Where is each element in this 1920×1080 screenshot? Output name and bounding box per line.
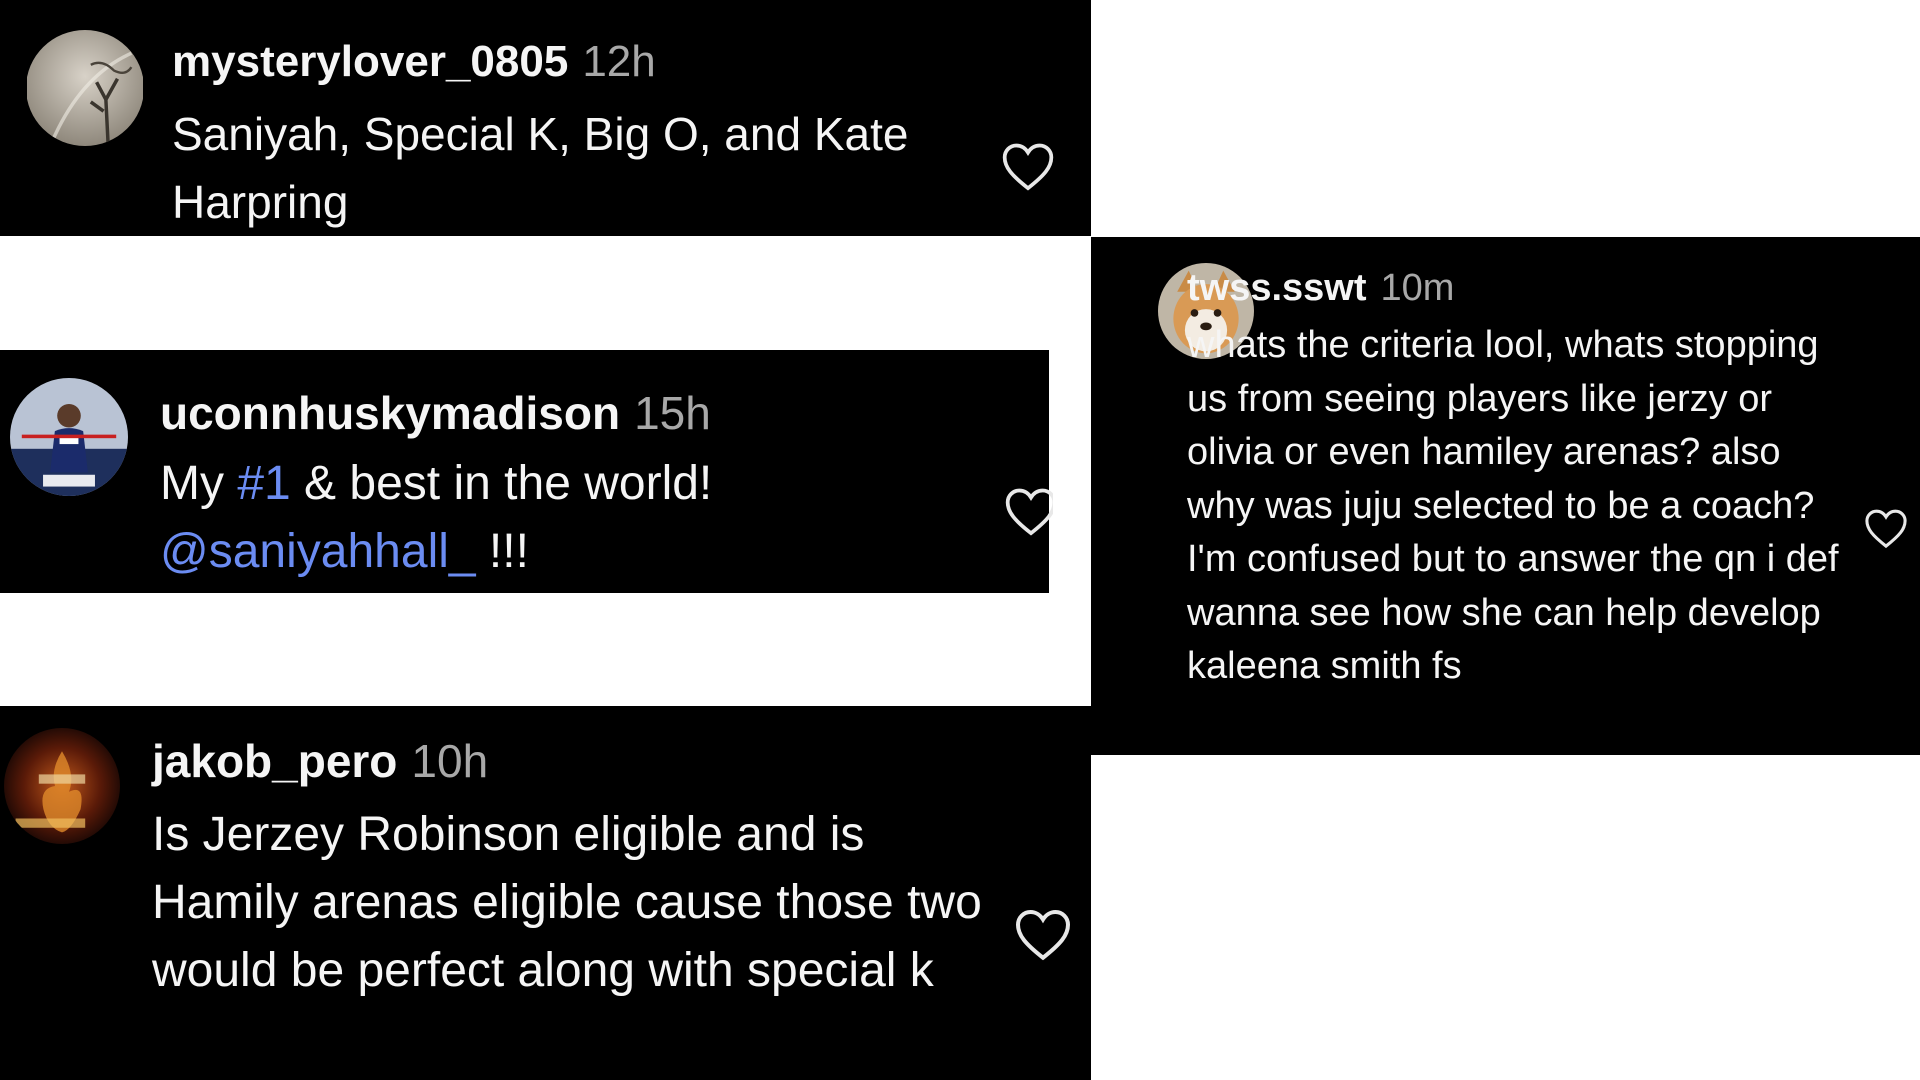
username-link[interactable]: mysterylover_0805 [172, 37, 568, 86]
flame-logo-avatar-icon[interactable] [4, 728, 120, 844]
comment-text: Is Jerzey Robinson eligible and is Hamil… [152, 808, 982, 997]
comment-timestamp[interactable]: 10h [411, 735, 488, 787]
comment-header: uconnhuskymadison 15h [160, 386, 711, 440]
comment-header: twss.sswt 10m [1187, 267, 1454, 310]
heart-outline-icon[interactable] [1003, 485, 1053, 537]
comment-timestamp[interactable]: 12h [582, 37, 655, 86]
comment-text: whats the criteria lool, whats stopping … [1187, 324, 1839, 687]
comment-text: Saniyah, Special K, Big O, and Kate Harp… [172, 108, 909, 228]
comment-timestamp[interactable]: 10m [1381, 267, 1455, 309]
heart-outline-icon[interactable] [1000, 140, 1056, 192]
comment-header: mysterylover_0805 12h [172, 37, 656, 87]
heart-outline-icon[interactable] [1013, 906, 1073, 962]
hashtag-link[interactable]: #1 [237, 457, 290, 510]
comment-timestamp[interactable]: 15h [634, 387, 711, 439]
comment-card: twss.sswt 10m whats the criteria lool, wh… [1091, 237, 1920, 755]
username-link[interactable]: jakob_pero [152, 735, 397, 787]
comment-card: mysterylover_0805 12h Saniyah, Special K,… [0, 0, 1091, 236]
username-link[interactable]: twss.sswt [1187, 267, 1367, 309]
comment-text: My #1 & best in the world! @saniyahhall_ … [160, 450, 940, 586]
comment-text-part: My [160, 457, 238, 510]
comment-header: jakob_pero 10h [152, 734, 488, 788]
comment-text-part: & best in the world! [290, 457, 713, 510]
comment-card: jakob_pero 10h Is Jerzey Robinson eligibl… [0, 706, 1091, 1080]
comment-card: uconnhuskymadison 15h My #1 & best in the… [0, 350, 1053, 593]
basketball-player-avatar-icon[interactable] [10, 378, 128, 496]
username-link[interactable]: uconnhuskymadison [160, 387, 620, 439]
landscape-avatar-icon[interactable] [26, 30, 144, 146]
comment-text-part: !!! [475, 525, 529, 578]
mention-link[interactable]: @saniyahhall_ [160, 525, 476, 578]
heart-outline-icon[interactable] [1863, 507, 1909, 549]
